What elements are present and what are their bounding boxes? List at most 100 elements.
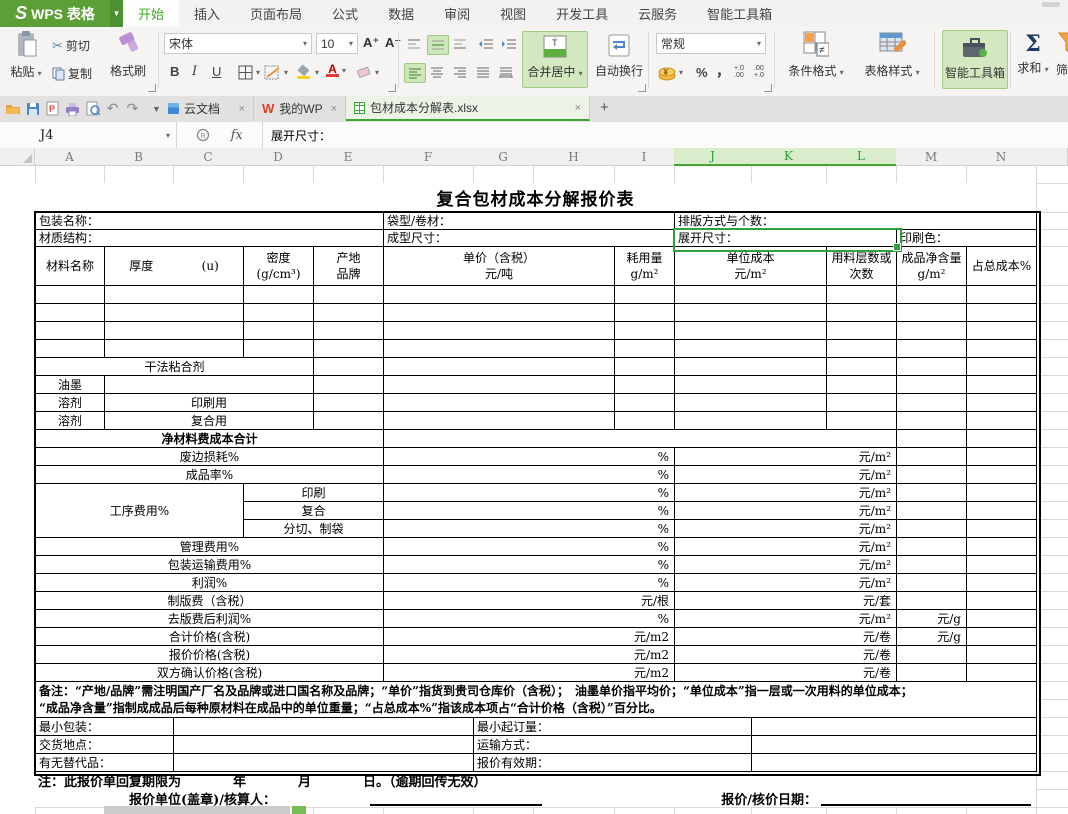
- cell[interactable]: 元/m²: [674, 483, 897, 502]
- cell[interactable]: [674, 393, 827, 412]
- cell[interactable]: 最小起订量：: [473, 717, 752, 736]
- align-left-button[interactable]: [404, 63, 426, 83]
- cell[interactable]: [896, 447, 967, 466]
- save-button[interactable]: [24, 100, 41, 117]
- cell[interactable]: 成型尺寸：: [383, 229, 675, 247]
- cell[interactable]: [313, 285, 384, 304]
- cell[interactable]: [243, 339, 314, 358]
- cell[interactable]: 元/卷: [674, 627, 897, 646]
- cell[interactable]: [896, 321, 967, 340]
- cell[interactable]: 耗用量 g/m²: [614, 246, 675, 286]
- cell[interactable]: 印刷: [243, 483, 384, 502]
- cell[interactable]: [674, 321, 827, 340]
- cell[interactable]: [674, 285, 827, 304]
- clipboard-group-expander[interactable]: [148, 84, 156, 92]
- italic-button[interactable]: I: [192, 64, 197, 79]
- cell[interactable]: 双方确认价格(含税): [35, 663, 384, 682]
- cell[interactable]: 元/卷: [674, 663, 897, 682]
- cell[interactable]: 最小包装：: [35, 717, 174, 736]
- cell[interactable]: [826, 393, 897, 412]
- cell[interactable]: [674, 339, 827, 358]
- cell[interactable]: [614, 375, 675, 394]
- column-header-N[interactable]: N: [966, 148, 1037, 166]
- cell[interactable]: 报价价格(含税): [35, 645, 384, 664]
- cell[interactable]: [383, 303, 615, 322]
- column-header-L[interactable]: L: [826, 148, 897, 166]
- cell[interactable]: 展开尺寸：: [674, 229, 897, 247]
- redo-button[interactable]: ↷: [124, 100, 141, 117]
- cell[interactable]: [966, 627, 1037, 646]
- cell[interactable]: 报价有效期：: [473, 753, 752, 772]
- cell[interactable]: 备注：“产地/品牌”需注明国产厂名及品牌或进口国名称及品牌；“单价”指货到贵司仓…: [35, 681, 1037, 718]
- justify-button[interactable]: [473, 63, 493, 81]
- cell[interactable]: [966, 339, 1037, 358]
- search-icon[interactable]: R: [196, 128, 211, 143]
- doc-tab-2[interactable]: W我的WPS×: [254, 96, 346, 121]
- cell[interactable]: 元/m²: [674, 465, 897, 484]
- smart-toolbox-button[interactable]: 智能工具箱: [942, 30, 1008, 89]
- close-icon[interactable]: ×: [331, 103, 337, 115]
- number-format-select[interactable]: 常规▾: [656, 33, 766, 54]
- cell[interactable]: [173, 753, 474, 772]
- cell[interactable]: [966, 663, 1037, 682]
- cell[interactable]: 废边损耗%: [35, 447, 384, 466]
- wrap-text-button[interactable]: 自动换行: [592, 31, 646, 86]
- cell[interactable]: [383, 357, 615, 376]
- cell[interactable]: %: [383, 501, 675, 520]
- cell[interactable]: 元/m2: [383, 663, 675, 682]
- cell[interactable]: [614, 321, 675, 340]
- conditional-format-button[interactable]: ≠ 条件格式 ▾: [780, 31, 852, 79]
- cell[interactable]: [614, 285, 675, 304]
- cell[interactable]: 包装名称：: [35, 212, 384, 230]
- column-header-B[interactable]: B: [104, 148, 174, 166]
- cell[interactable]: 元/m²: [674, 447, 897, 466]
- cell[interactable]: [313, 411, 384, 430]
- cell[interactable]: [35, 303, 105, 322]
- font-size-select[interactable]: 10▾: [316, 33, 358, 54]
- decrease-decimal-button[interactable]: .00+.0: [754, 65, 764, 79]
- cell[interactable]: 交货地点：: [35, 735, 174, 754]
- cell[interactable]: [614, 393, 675, 412]
- cell[interactable]: [243, 285, 314, 304]
- clear-format-button[interactable]: ▾: [356, 65, 379, 79]
- cell[interactable]: 用料层数或 次数: [826, 246, 897, 286]
- cell[interactable]: 元/m²: [674, 555, 897, 574]
- cell[interactable]: [896, 537, 967, 556]
- cell[interactable]: [896, 555, 967, 574]
- column-header-M[interactable]: M: [896, 148, 967, 166]
- column-header-G[interactable]: G: [473, 148, 534, 166]
- fill-handle[interactable]: [893, 243, 901, 251]
- menu-tab-审阅[interactable]: 审阅: [429, 0, 485, 27]
- cell[interactable]: 袋型/卷材：: [383, 212, 675, 230]
- cell[interactable]: %: [383, 609, 675, 628]
- cell[interactable]: [826, 303, 897, 322]
- cell[interactable]: %: [383, 483, 675, 502]
- cell[interactable]: [896, 429, 967, 448]
- cell[interactable]: [966, 573, 1037, 592]
- increase-indent-button[interactable]: [499, 35, 519, 53]
- cell[interactable]: 元/卷: [674, 645, 897, 664]
- cell[interactable]: 有无替代品：: [35, 753, 174, 772]
- cell[interactable]: [896, 285, 967, 304]
- cell[interactable]: [313, 375, 384, 394]
- menu-tab-开发工具[interactable]: 开发工具: [541, 0, 623, 27]
- cell[interactable]: [896, 411, 967, 430]
- cell[interactable]: %: [383, 465, 675, 484]
- cell[interactable]: 合计价格(含税): [35, 627, 384, 646]
- cell[interactable]: [966, 429, 1037, 448]
- cell[interactable]: [104, 321, 244, 340]
- cell[interactable]: 元/m²: [674, 609, 897, 628]
- undo-button[interactable]: ↶: [104, 100, 121, 117]
- cell[interactable]: [243, 321, 314, 340]
- cell[interactable]: [826, 285, 897, 304]
- cell[interactable]: [674, 357, 827, 376]
- cell[interactable]: [614, 411, 675, 430]
- cell[interactable]: 管理费用%: [35, 537, 384, 556]
- close-icon[interactable]: ×: [575, 102, 581, 114]
- underline-button[interactable]: U: [212, 64, 221, 79]
- cell[interactable]: [313, 393, 384, 412]
- cell[interactable]: [966, 537, 1037, 556]
- cell[interactable]: [896, 483, 967, 502]
- cut-button[interactable]: ✂ 剪切: [52, 37, 90, 54]
- cell[interactable]: 包装运输费用%: [35, 555, 384, 574]
